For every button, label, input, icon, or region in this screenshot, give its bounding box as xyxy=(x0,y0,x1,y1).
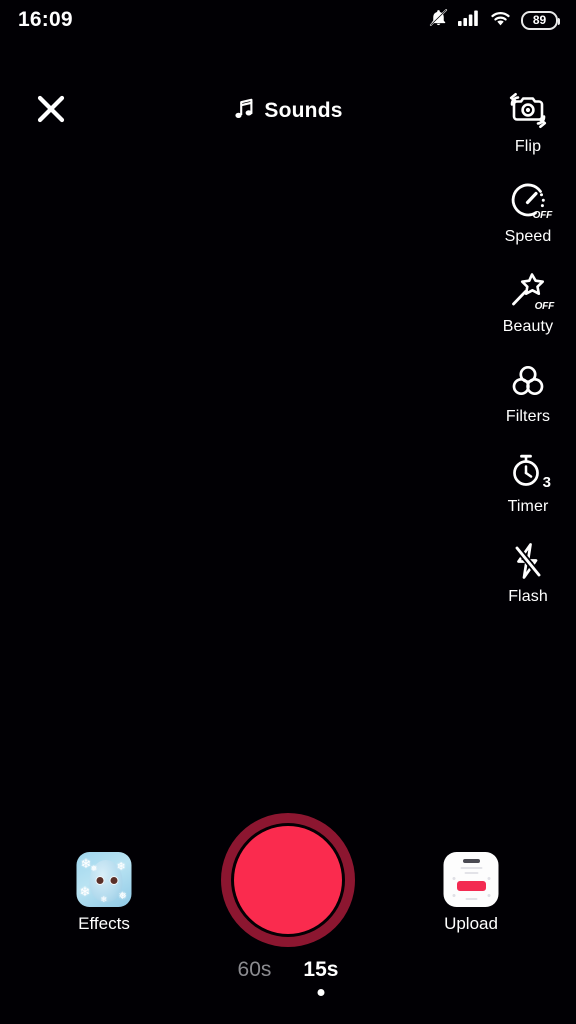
tool-flip-label: Flip xyxy=(514,138,542,155)
upload-button[interactable]: Upload xyxy=(443,852,499,933)
tool-timer-label: Timer xyxy=(507,498,549,515)
record-button[interactable] xyxy=(221,813,355,947)
tool-speed-label: Speed xyxy=(504,228,552,245)
cellular-signal-icon xyxy=(458,9,480,32)
upload-card-header xyxy=(462,859,480,863)
tool-speed-badge: OFF xyxy=(532,210,553,221)
effects-thumbnail: ❄ ❅ ❄ ❄ ❅ ❄ xyxy=(76,852,132,907)
snowflake-icon: ❄ xyxy=(116,861,126,873)
filters-rings-icon xyxy=(505,358,551,404)
upload-card-dot xyxy=(452,894,456,897)
tool-beauty-label: Beauty xyxy=(502,318,554,335)
battery-level-text: 89 xyxy=(532,13,547,27)
music-note-icon xyxy=(233,97,255,126)
effect-eye-left xyxy=(95,876,105,885)
stopwatch-icon: 3 xyxy=(505,448,551,494)
record-button-inner xyxy=(234,826,342,934)
status-bar-icons: 89 xyxy=(428,7,560,33)
tool-timer-badge: 3 xyxy=(542,474,551,491)
tool-filters[interactable]: Filters xyxy=(480,358,576,448)
close-icon xyxy=(35,93,67,130)
magic-wand-icon: OFF xyxy=(505,268,555,314)
upload-card-dot xyxy=(487,877,491,880)
speedometer-icon: OFF xyxy=(505,178,553,224)
tool-filters-label: Filters xyxy=(505,408,551,425)
battery-icon: 89 xyxy=(521,10,560,30)
tool-timer[interactable]: 3 Timer xyxy=(480,448,576,538)
snowflake-icon: ❅ xyxy=(90,864,98,873)
snowflake-icon: ❄ xyxy=(100,895,108,904)
effects-button[interactable]: ❄ ❅ ❄ ❄ ❅ ❄ Effects xyxy=(76,852,132,933)
tool-flash[interactable]: Flash xyxy=(480,538,576,628)
duration-option-15s-label: 15s xyxy=(303,958,339,981)
upload-card-dot xyxy=(452,877,456,880)
sounds-label: Sounds xyxy=(264,99,343,122)
upload-card-line xyxy=(465,898,477,900)
sounds-button[interactable]: Sounds xyxy=(233,86,342,136)
upload-label: Upload xyxy=(444,914,498,933)
tool-beauty-badge: OFF xyxy=(534,301,555,312)
upload-card-dot xyxy=(487,894,491,897)
flash-off-icon xyxy=(505,538,551,584)
snowflake-icon: ❅ xyxy=(118,891,127,902)
wifi-icon xyxy=(489,9,512,32)
effect-eye-right xyxy=(109,876,119,885)
duration-selected-indicator xyxy=(317,989,325,996)
close-button[interactable] xyxy=(28,86,74,136)
upload-card-line xyxy=(460,867,482,869)
status-bar-clock: 16:09 xyxy=(18,8,73,31)
tool-speed[interactable]: OFF Speed xyxy=(480,178,576,268)
tool-flash-label: Flash xyxy=(508,588,548,605)
notifications-muted-icon xyxy=(428,7,449,33)
duration-option-60s[interactable]: 60s xyxy=(222,958,288,982)
effects-label: Effects xyxy=(78,914,130,933)
camera-flip-icon xyxy=(505,88,551,134)
upload-card-line xyxy=(464,872,478,874)
duration-option-15s[interactable]: 15s xyxy=(287,958,354,996)
upload-card-button xyxy=(456,881,486,891)
snowflake-icon: ❄ xyxy=(79,884,91,899)
status-bar: 16:09 89 xyxy=(0,0,576,40)
upload-thumbnail xyxy=(443,852,499,907)
camera-tool-rail: Flip OFF Speed OFF Beauty Filters 3 Time… xyxy=(480,88,576,628)
bottom-controls: ❄ ❅ ❄ ❄ ❅ ❄ Effects Upload xyxy=(0,810,576,960)
tool-beauty[interactable]: OFF Beauty xyxy=(480,268,576,358)
duration-selector: 60s 15s xyxy=(0,958,576,996)
duration-option-60s-label: 60s xyxy=(237,958,272,981)
tool-flip[interactable]: Flip xyxy=(480,88,576,178)
